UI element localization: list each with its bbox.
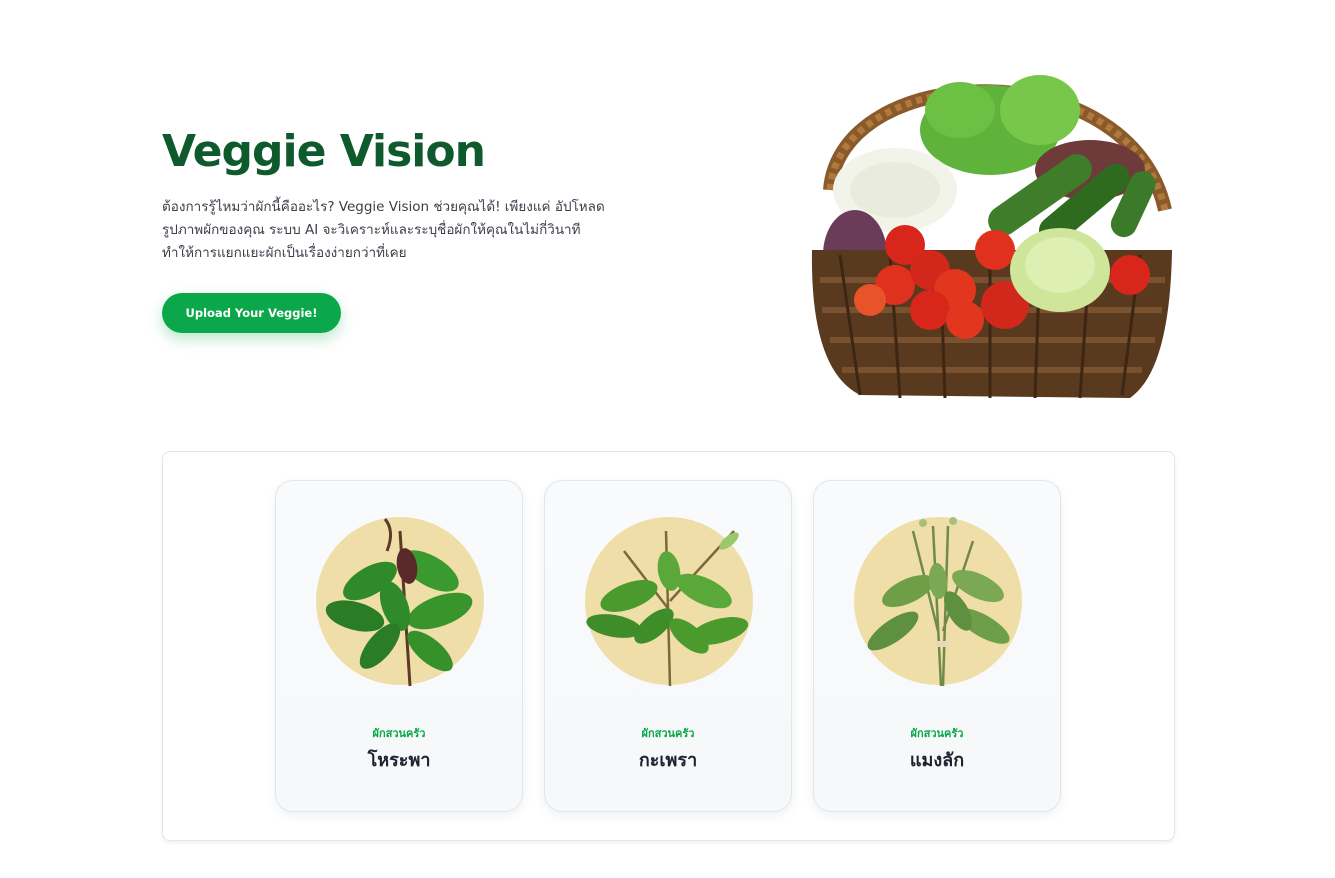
vegetable-category: ผักสวนครัว	[372, 727, 426, 740]
vegetable-category: ผักสวนครัว	[910, 727, 964, 740]
holy-basil-image	[585, 517, 753, 687]
hero-description-line: ทำให้การแยกแยะผักเป็นเรื่องง่ายกว่าที่เค…	[162, 245, 407, 261]
vegetable-name: โหระพา	[367, 750, 431, 771]
page: Veggie Vision ต้องการรู้ไหมว่าผักนี้คืออ…	[0, 0, 1335, 878]
vegetable-card-panel: ผักสวนครัว โหระพา ผักสวนครัว กะเพรา ผักส…	[162, 451, 1175, 841]
page-title: Veggie Vision	[162, 126, 486, 177]
vegetable-card-holy-basil[interactable]: ผักสวนครัว กะเพรา	[544, 480, 792, 812]
hero-description: ต้องการรู้ไหมว่าผักนี้คืออะไร? Veggie Vi…	[162, 196, 622, 265]
vegetable-card-lemon-basil[interactable]: ผักสวนครัว แมงลัก	[813, 480, 1061, 812]
sweet-basil-image	[316, 517, 484, 687]
vegetable-category: ผักสวนครัว	[641, 727, 695, 740]
vegetable-name: แมงลัก	[909, 750, 965, 771]
vegetable-name: กะเพรา	[638, 750, 698, 771]
upload-veggie-button[interactable]: Upload Your Veggie!	[162, 293, 341, 333]
hero-description-line: ต้องการรู้ไหมว่าผักนี้คืออะไร? Veggie Vi…	[162, 199, 605, 215]
hero-description-line: รูปภาพผักของคุณ ระบบ AI จะวิเคราะห์และระ…	[162, 222, 581, 238]
lemon-basil-image	[854, 517, 1022, 687]
vegetable-basket-image	[811, 75, 1172, 399]
vegetable-card-sweet-basil[interactable]: ผักสวนครัว โหระพา	[275, 480, 523, 812]
